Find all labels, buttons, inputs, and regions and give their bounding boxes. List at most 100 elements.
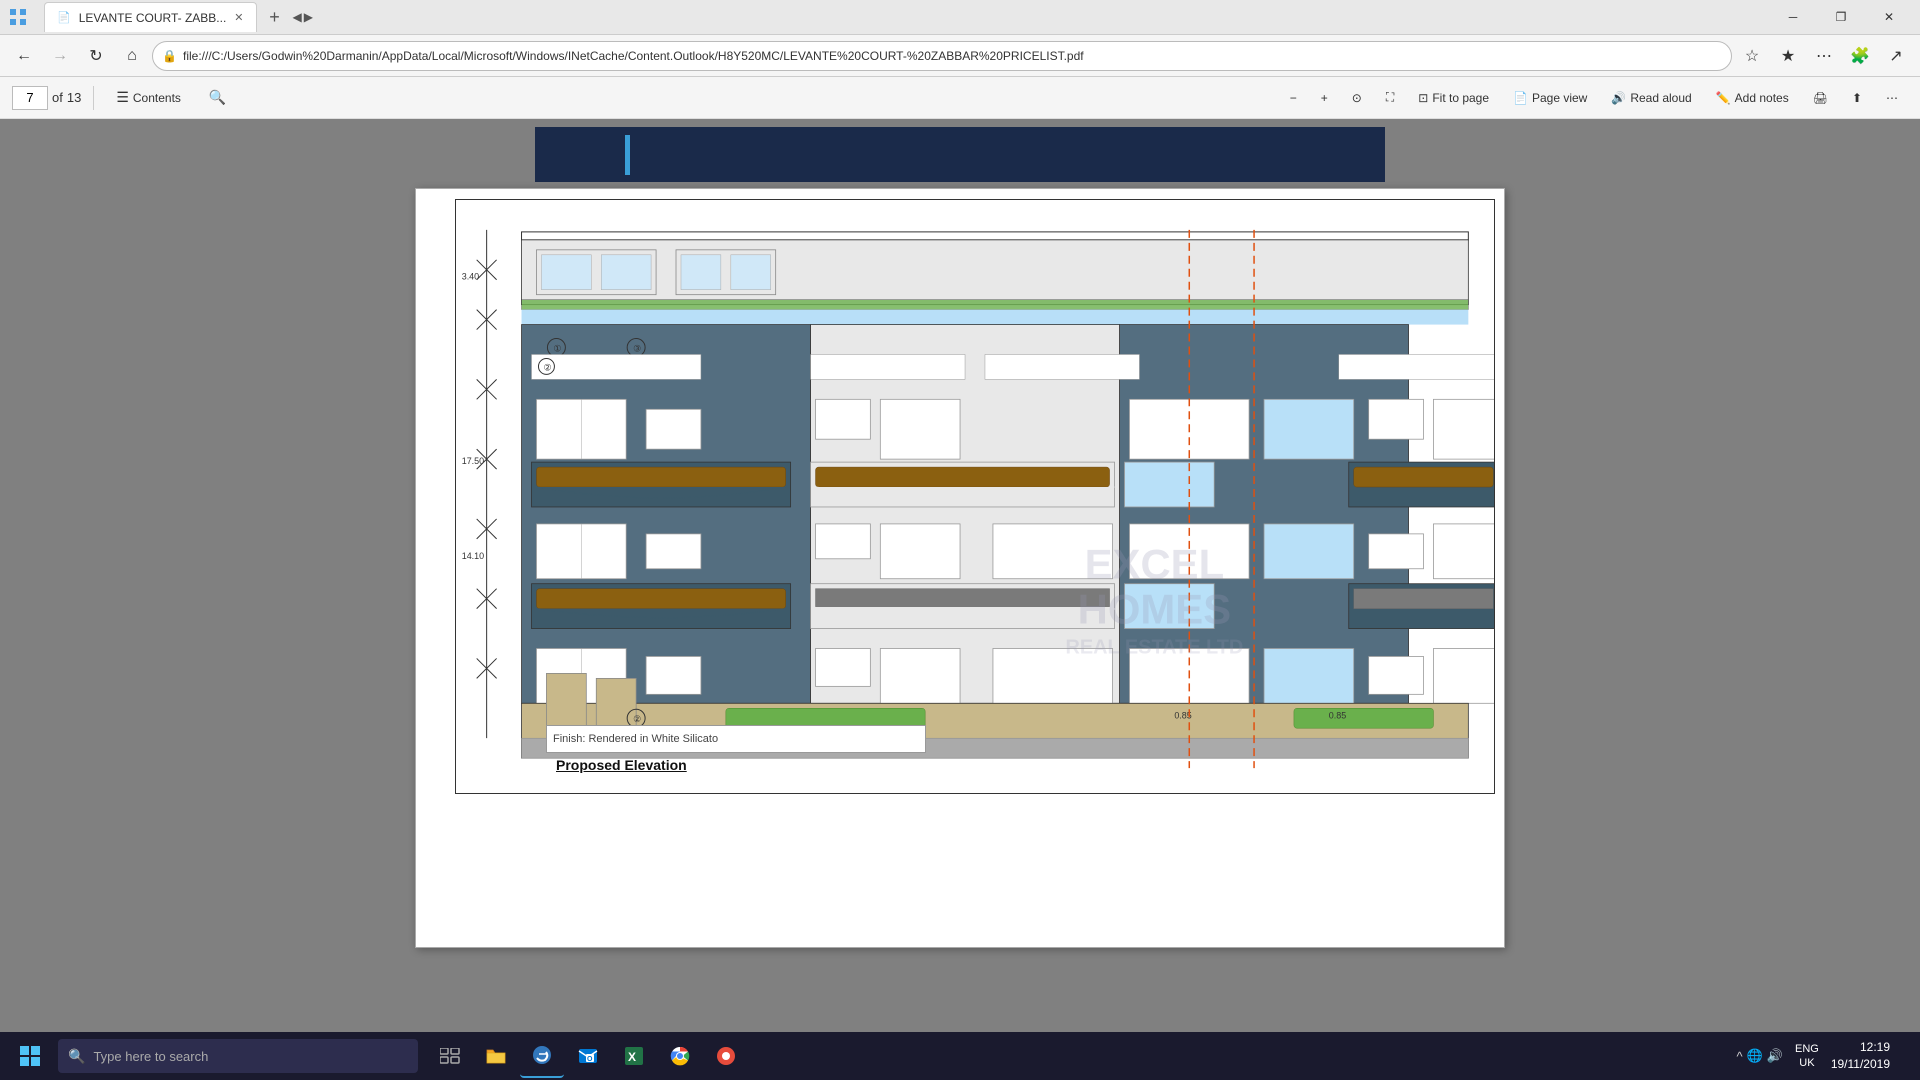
browser-icon — [8, 7, 28, 27]
search-bar[interactable]: 🔍 Type here to search — [58, 1039, 418, 1073]
taskbar-right: ^ 🌐 🔊 🔋 ENG UK 12:19 19/11/2019 — [1737, 1039, 1913, 1073]
read-aloud-button[interactable]: 🔊 Read aloud — [1601, 84, 1701, 112]
excel-button[interactable]: X — [612, 1034, 656, 1078]
read-aloud-icon: 🔊 — [1611, 91, 1626, 105]
fit-to-page-button[interactable]: ⊡ Fit to page — [1408, 84, 1499, 112]
address-wrapper: 🔒 — [152, 41, 1732, 71]
page-view-icon: 📄 — [1513, 91, 1528, 105]
search-icon: 🔍 — [68, 1048, 85, 1065]
tab-next-arrow[interactable]: ▶ — [304, 10, 313, 24]
page-number-input[interactable] — [12, 86, 48, 110]
zoom-in-button[interactable]: + — [1311, 84, 1338, 112]
elevation-label: Proposed Elevation — [556, 757, 687, 773]
file-explorer-button[interactable] — [474, 1034, 518, 1078]
outlook-button[interactable]: O — [566, 1034, 610, 1078]
clock-date: 19/11/2019 — [1831, 1056, 1890, 1073]
print-button[interactable]: 🖨 — [1803, 84, 1838, 112]
title-bar: 📄 LEVANTE COURT- ZABB... ✕ + ◀ ▶ ─ ❐ ✕ — [0, 0, 1920, 35]
add-notes-icon: ✏️ — [1716, 91, 1731, 105]
home-button[interactable]: ⌂ — [116, 40, 148, 72]
zoom-out-button[interactable]: − — [1280, 84, 1307, 112]
tab-title: LEVANTE COURT- ZABB... — [79, 11, 227, 25]
pdf-toolbar-right: − + ⊙ ⛶ ⊡ Fit to page 📄 Page view 🔊 Read… — [1280, 84, 1908, 112]
svg-text:③: ③ — [633, 343, 641, 353]
fit-label: Fit to page — [1432, 91, 1489, 105]
svg-text:①: ① — [553, 343, 561, 353]
start-button[interactable] — [8, 1034, 52, 1078]
read-aloud-label: Read aloud — [1630, 91, 1691, 105]
system-tray: ^ 🌐 🔊 🔋 — [1737, 1048, 1783, 1064]
page-view-button[interactable]: 📄 Page view — [1503, 84, 1597, 112]
refresh-button[interactable]: ↻ — [80, 40, 112, 72]
clock-time: 12:19 — [1831, 1039, 1890, 1056]
contents-icon: ☰ — [116, 89, 129, 106]
system-clock[interactable]: 12:19 19/11/2019 — [1831, 1039, 1898, 1073]
tray-chevron[interactable]: ^ — [1737, 1049, 1743, 1064]
tab-close-button[interactable]: ✕ — [234, 11, 243, 24]
new-tab-button[interactable]: + — [261, 3, 289, 31]
language-indicator[interactable]: ENG UK — [1791, 1042, 1823, 1071]
svg-text:14.10: 14.10 — [462, 551, 484, 561]
browser-menu-button[interactable]: ⋯ — [1808, 40, 1840, 72]
contents-button[interactable]: ☰ Contents — [106, 84, 191, 112]
forward-button[interactable]: → — [44, 40, 76, 72]
tab-prev-arrow[interactable]: ◀ — [293, 10, 302, 24]
browser-tab[interactable]: 📄 LEVANTE COURT- ZABB... ✕ — [44, 2, 257, 32]
page-total: 13 — [67, 90, 81, 105]
address-bar[interactable] — [152, 41, 1732, 71]
search-pdf-icon: 🔍 — [209, 89, 226, 106]
back-button[interactable]: ← — [8, 40, 40, 72]
share-pdf-button[interactable]: ⬆ — [1842, 84, 1872, 112]
fit-to-page-icon: ⊡ — [1418, 91, 1428, 105]
add-notes-button[interactable]: ✏️ Add notes — [1706, 84, 1799, 112]
pdf-page: 3.40 17.50 14.10 — [415, 188, 1505, 948]
task-view-button[interactable] — [428, 1034, 472, 1078]
elevation-drawing: 3.40 17.50 14.10 — [455, 199, 1495, 794]
actual-size-button[interactable]: ⊙ — [1342, 84, 1372, 112]
favorites-button[interactable]: ★ — [1772, 40, 1804, 72]
taskbar-apps: O X — [428, 1034, 748, 1078]
print-icon: 🖨 — [1813, 91, 1828, 105]
share-pdf-icon: ⬆ — [1852, 91, 1862, 105]
svg-text:②: ② — [543, 362, 551, 372]
restore-button[interactable]: ❐ — [1818, 0, 1864, 35]
minimize-button[interactable]: ─ — [1770, 0, 1816, 35]
svg-text:0.85: 0.85 — [1329, 710, 1346, 720]
add-notes-label: Add notes — [1735, 91, 1789, 105]
pdf-toolbar: of 13 ☰ Contents 🔍 − + ⊙ ⛶ ⊡ Fit to page… — [0, 77, 1920, 119]
svg-text:X: X — [628, 1050, 636, 1064]
page-total-label: of — [52, 90, 63, 105]
toolbar-separator-1 — [93, 86, 94, 110]
title-bar-left: 📄 LEVANTE COURT- ZABB... ✕ + ◀ ▶ — [8, 2, 313, 32]
svg-text:O: O — [587, 1056, 593, 1063]
network-icon[interactable]: 🌐 — [1747, 1048, 1763, 1064]
bookmark-button[interactable]: ☆ — [1736, 40, 1768, 72]
windows-logo-icon — [20, 1046, 40, 1066]
search-pdf-button[interactable]: 🔍 — [199, 84, 236, 112]
navigation-bar: ← → ↻ ⌂ 🔒 ☆ ★ ⋯ 🧩 ↗ — [0, 35, 1920, 77]
svg-text:17.50: 17.50 — [462, 456, 484, 466]
close-button[interactable]: ✕ — [1866, 0, 1912, 35]
volume-icon[interactable]: 🔊 — [1767, 1048, 1783, 1064]
browser-frame: 📄 LEVANTE COURT- ZABB... ✕ + ◀ ▶ ─ ❐ ✕ ←… — [0, 0, 1920, 1080]
window-controls: ─ ❐ ✕ — [1770, 0, 1912, 35]
app6-button[interactable] — [704, 1034, 748, 1078]
address-lock-icon: 🔒 — [162, 49, 177, 63]
page-info: of 13 — [12, 86, 81, 110]
share-button[interactable]: ↗ — [1880, 40, 1912, 72]
extensions-button[interactable]: 🧩 — [1844, 40, 1876, 72]
tab-arrows: ◀ ▶ — [293, 10, 313, 24]
fullscreen-button[interactable]: ⛶ — [1376, 84, 1404, 112]
tab-area: 📄 LEVANTE COURT- ZABB... ✕ + ◀ ▶ — [44, 2, 313, 32]
search-placeholder: Type here to search — [93, 1049, 208, 1064]
pdf-header-bar — [535, 127, 1385, 182]
svg-text:HOMES: HOMES — [1078, 586, 1231, 633]
svg-text:②: ② — [633, 714, 641, 724]
building-elevation-svg: 3.40 17.50 14.10 — [456, 200, 1494, 793]
note-bar: Finish: Rendered in White Silicato — [546, 725, 926, 753]
header-accent — [625, 135, 630, 175]
edge-browser-button[interactable] — [520, 1034, 564, 1078]
svg-text:REAL ESTATE LTD: REAL ESTATE LTD — [1065, 636, 1243, 658]
chrome-button[interactable] — [658, 1034, 702, 1078]
pdf-more-button[interactable]: ⋯ — [1876, 84, 1908, 112]
